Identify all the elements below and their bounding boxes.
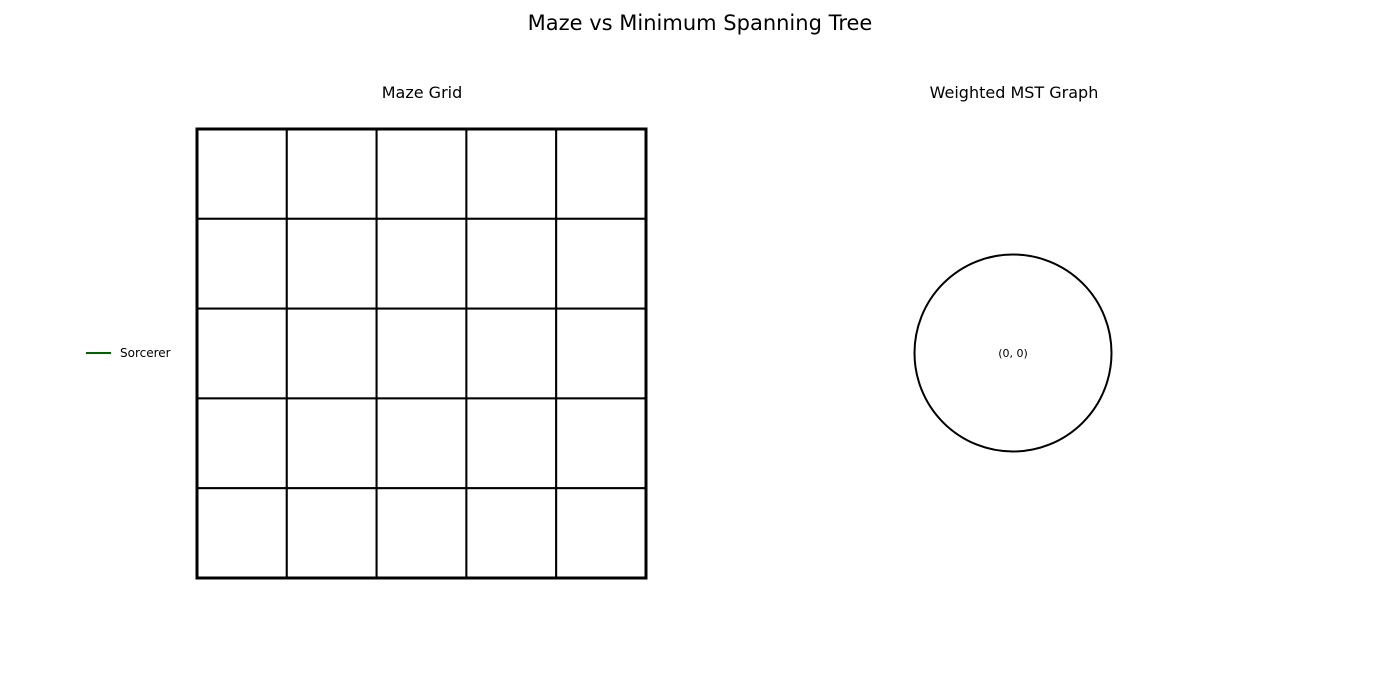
maze-cell	[465, 487, 558, 580]
maze-cell	[196, 217, 288, 310]
mst-graph: (0, 0)	[913, 253, 1113, 453]
maze-cell	[196, 397, 288, 490]
maze-cell	[375, 487, 468, 580]
maze-cell	[555, 487, 648, 580]
maze-cell	[285, 307, 378, 400]
maze-cell	[465, 397, 558, 490]
maze-cell	[465, 307, 558, 400]
maze-cell	[285, 487, 378, 580]
maze-cell	[555, 397, 648, 490]
maze-cell	[375, 217, 468, 310]
maze-cell	[465, 217, 558, 310]
maze-cell	[285, 397, 378, 490]
maze-grid	[195, 127, 648, 580]
maze-cell	[465, 128, 558, 220]
maze-cell	[555, 307, 648, 400]
figure-canvas: (0, 0)	[195, 127, 1113, 580]
maze-cell	[196, 128, 288, 220]
maze-cell	[375, 397, 468, 490]
maze-cell	[196, 307, 288, 400]
maze-cell	[375, 128, 468, 220]
maze-cell	[375, 307, 468, 400]
maze-cell	[285, 128, 378, 220]
mst-node-label: (0, 0)	[998, 347, 1028, 360]
maze-cell	[285, 217, 378, 310]
maze-cell	[196, 487, 288, 580]
maze-cell	[555, 217, 648, 310]
maze-cell	[555, 128, 648, 220]
